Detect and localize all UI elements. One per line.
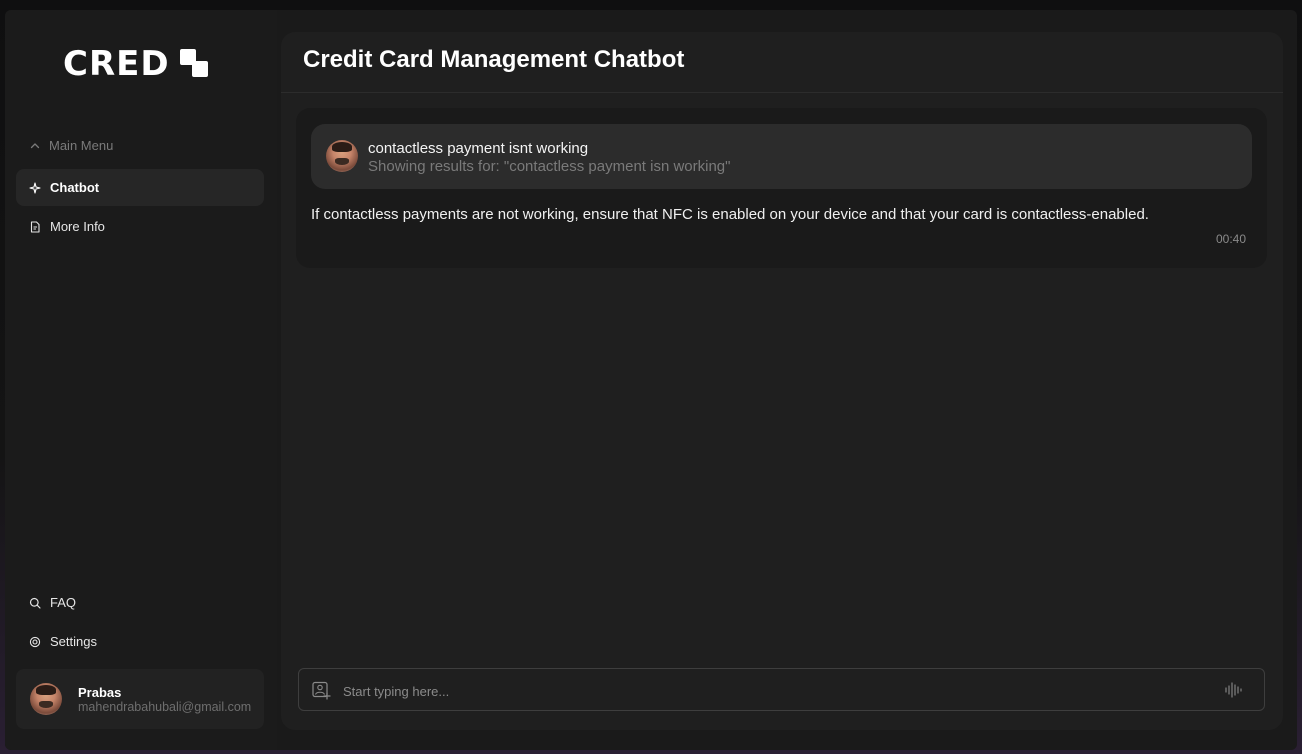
avatar bbox=[30, 683, 62, 715]
voice-waveform-icon[interactable] bbox=[1224, 681, 1244, 699]
sidebar-item-label: More Info bbox=[50, 219, 105, 234]
message-input-bar bbox=[298, 668, 1265, 711]
sidebar-item-label: FAQ bbox=[50, 595, 77, 610]
chat-message-card: contactless payment isnt working Showing… bbox=[296, 108, 1267, 268]
sidebar-item-chatbot[interactable]: Chatbot bbox=[16, 169, 264, 206]
message-input[interactable] bbox=[341, 679, 1205, 703]
user-name: Prabas bbox=[78, 685, 122, 700]
bot-answer-text: If contactless payments are not working,… bbox=[311, 206, 1149, 223]
cred-logo[interactable]: CRED bbox=[63, 44, 210, 84]
logo-mark-icon bbox=[179, 49, 210, 79]
message-timestamp: 00:40 bbox=[1215, 232, 1246, 246]
main-menu-toggle[interactable]: Main Menu bbox=[29, 138, 113, 153]
logo-text: CRED bbox=[63, 44, 170, 84]
user-query-text: contactless payment isnt working bbox=[368, 140, 589, 157]
user-profile-card[interactable]: Prabas mahendrabahubali@gmail.com bbox=[16, 669, 264, 729]
user-email: mahendrabahubali@gmail.com bbox=[78, 700, 252, 714]
avatar bbox=[326, 140, 358, 172]
sidebar-item-label: Chatbot bbox=[50, 180, 100, 195]
chat-header: Credit Card Management Chatbot bbox=[281, 32, 1283, 93]
chevron-up-icon bbox=[29, 140, 41, 152]
search-icon bbox=[29, 597, 41, 609]
sparkle-icon bbox=[29, 181, 41, 194]
spelling-correction-note: Showing results for: "contactless paymen… bbox=[368, 158, 731, 175]
sidebar: CRED Main Menu Chatbot More Info FAQ Set… bbox=[5, 10, 277, 750]
page-title: Credit Card Management Chatbot bbox=[303, 46, 685, 73]
gear-icon bbox=[29, 636, 41, 648]
user-query-bubble: contactless payment isnt working Showing… bbox=[311, 124, 1252, 189]
sidebar-item-settings[interactable]: Settings bbox=[16, 623, 264, 660]
attach-image-icon[interactable] bbox=[311, 680, 331, 700]
sidebar-item-faq[interactable]: FAQ bbox=[16, 584, 264, 621]
sidebar-item-label: Settings bbox=[50, 634, 97, 649]
document-icon bbox=[29, 220, 41, 233]
sidebar-item-more-info[interactable]: More Info bbox=[16, 208, 264, 245]
chat-panel: Credit Card Management Chatbot contactle… bbox=[281, 32, 1283, 730]
main-menu-label: Main Menu bbox=[49, 138, 114, 153]
app-window: CRED Main Menu Chatbot More Info FAQ Set… bbox=[5, 10, 1297, 750]
